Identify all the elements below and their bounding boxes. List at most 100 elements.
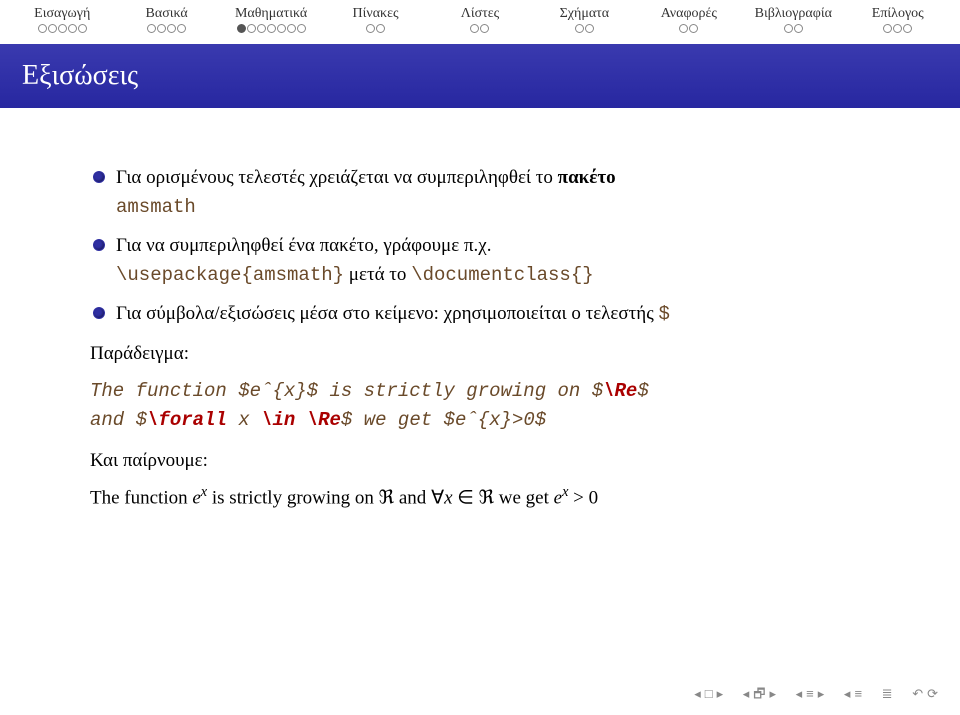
result-text: The function (90, 487, 192, 508)
nav-item[interactable]: Λίστες (428, 6, 532, 36)
code-text: eˆ{x} (250, 380, 307, 402)
code-text: $ (444, 409, 455, 431)
nav-item[interactable]: Πίνακες (323, 6, 427, 36)
result-text: and (394, 487, 431, 508)
bullet-text: Για ορισμένους τελεστές χρειάζεται να συ… (116, 167, 558, 188)
progress-dot (893, 24, 902, 33)
progress-dot (287, 24, 296, 33)
progress-dot (679, 24, 688, 33)
code-keyword: \in (261, 409, 295, 431)
nav-prev-icon[interactable]: ◂🗗▸ (743, 685, 780, 707)
nav-progress-dots (741, 24, 845, 36)
progress-dot (376, 24, 385, 33)
nav-item[interactable]: Εισαγωγή (10, 6, 114, 36)
result-text: we get (494, 487, 554, 508)
nav-item[interactable]: Βασικά (114, 6, 218, 36)
math-re: ℜ (379, 487, 394, 508)
bullet-list: Για ορισμένους τελεστές χρειάζεται να συ… (90, 163, 870, 329)
nav-item[interactable]: Αναφορές (637, 6, 741, 36)
code-inline: amsmath (116, 196, 196, 218)
code-text: $ (592, 380, 603, 402)
code-text: we get (352, 409, 443, 431)
nav-next-icon[interactable]: ◂≡ (844, 686, 866, 702)
nav-progress-dots (428, 24, 532, 36)
example-label: Παράδειγμα: (90, 339, 870, 368)
code-text: $ (637, 380, 648, 402)
beamer-nav-footer: ◂□▸ ◂🗗▸ ◂≡▸ ◂≡ ≣ ↶⟳ (690, 685, 946, 707)
progress-dot (277, 24, 286, 33)
math-gt: > (568, 487, 588, 508)
result-line: The function ex is strictly growing on ℜ… (90, 481, 870, 513)
nav-progress-dots (219, 24, 323, 36)
bullet-text: μετά το (344, 264, 411, 285)
code-text: eˆ{x}>0 (455, 409, 535, 431)
math-in: ∈ (453, 487, 479, 508)
nav-label: Εισαγωγή (10, 6, 114, 22)
code-text: is strictly growing on (318, 380, 592, 402)
nav-label: Επίλογος (846, 6, 950, 22)
nav-label: Βιβλιογραφία (741, 6, 845, 22)
nav-progress-dots (637, 24, 741, 36)
progress-dot (689, 24, 698, 33)
progress-dot (585, 24, 594, 33)
nav-item[interactable]: Μαθηματικά (219, 6, 323, 36)
progress-dot (784, 24, 793, 33)
nav-progress-dots (846, 24, 950, 36)
result-label-text: Και παίρνουμε: (90, 450, 208, 471)
bullet-item: Για να συμπεριληφθεί ένα πακέτο, γράφουμ… (90, 231, 870, 291)
code-text (295, 409, 306, 431)
nav-progress-dots (114, 24, 218, 36)
nav-first-icon[interactable]: ◂□▸ (694, 686, 727, 702)
slide-content: Για ορισμένους τελεστές χρειάζεται να συ… (0, 108, 960, 513)
code-text: x (227, 409, 261, 431)
nav-progress-dots (532, 24, 636, 36)
example-label-text: Παράδειγμα: (90, 343, 189, 364)
progress-dot (157, 24, 166, 33)
slide-title-text: Εξισώσεις (22, 60, 138, 91)
math-zero: 0 (589, 487, 599, 508)
bullet-text: Για σύμβολα/εξισώσεις μέσα στο κείμενο: … (116, 303, 658, 324)
nav-item[interactable]: Σχήματα (532, 6, 636, 36)
nav-label: Λίστες (428, 6, 532, 22)
code-keyword: \forall (147, 409, 227, 431)
progress-dot (78, 24, 87, 33)
progress-dot (883, 24, 892, 33)
result-text: is strictly growing on (207, 487, 379, 508)
progress-dot (48, 24, 57, 33)
bullet-item: Για σύμβολα/εξισώσεις μέσα στο κείμενο: … (90, 299, 870, 329)
nav-item[interactable]: Βιβλιογραφία (741, 6, 845, 36)
code-text: $ (136, 409, 147, 431)
math-e: e (554, 487, 562, 508)
math-forall: ∀ (431, 487, 444, 508)
code-text: $ (341, 409, 352, 431)
code-text: $ (307, 380, 318, 402)
code-line: The function $eˆ{x}$ is strictly growing… (90, 377, 870, 406)
nav-undo-icon[interactable]: ↶⟳ (912, 686, 942, 702)
code-keyword: \Re (603, 380, 637, 402)
nav-section-icon[interactable]: ◂≡▸ (796, 686, 829, 702)
progress-dot (575, 24, 584, 33)
code-text: The function (90, 380, 238, 402)
nav-item[interactable]: Επίλογος (846, 6, 950, 36)
result-label: Και παίρνουμε: (90, 446, 870, 475)
progress-dot (38, 24, 47, 33)
code-example: The function $eˆ{x}$ is strictly growing… (90, 377, 870, 436)
progress-dot (903, 24, 912, 33)
progress-dot (68, 24, 77, 33)
math-re: ℜ (479, 487, 494, 508)
progress-dot (177, 24, 186, 33)
progress-dot (247, 24, 256, 33)
code-inline: \documentclass{} (411, 264, 593, 286)
nav-last-icon[interactable]: ≣ (882, 686, 897, 702)
nav-label: Πίνακες (323, 6, 427, 22)
progress-dot (480, 24, 489, 33)
progress-dot (267, 24, 276, 33)
progress-dot (366, 24, 375, 33)
slide-title: Εξισώσεις (0, 44, 960, 108)
nav-label: Βασικά (114, 6, 218, 22)
nav-label: Σχήματα (532, 6, 636, 22)
code-inline: $ (658, 303, 669, 325)
progress-dot (237, 24, 246, 33)
progress-dot (58, 24, 67, 33)
bullet-text: Για να συμπεριληφθεί ένα πακέτο, γράφουμ… (116, 235, 491, 256)
